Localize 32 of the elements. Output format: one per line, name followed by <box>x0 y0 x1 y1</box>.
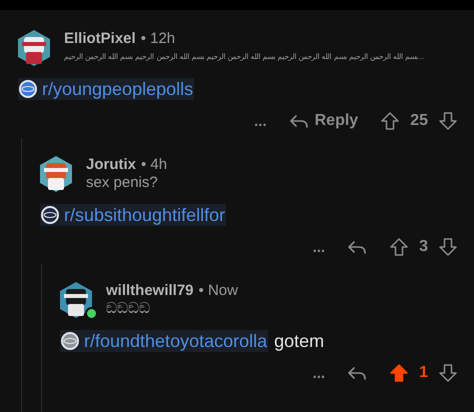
timestamp: • 4h <box>141 156 168 174</box>
user-flair: ඞඞඞඞ <box>106 300 151 318</box>
user-flair: sex penis? <box>86 174 159 192</box>
username[interactable]: ElliotPixel <box>64 30 136 48</box>
vote-score: 25 <box>410 112 428 130</box>
more-options-button[interactable]: ... <box>312 364 326 382</box>
subreddit-link[interactable]: r/subsithoughtifellfor <box>40 204 226 226</box>
reply-button[interactable] <box>347 365 368 381</box>
more-options-button[interactable]: ... <box>254 112 267 130</box>
subreddit-link[interactable]: r/youngpeoplepolls <box>18 78 194 100</box>
upvote-icon[interactable] <box>389 363 410 383</box>
reply-icon[interactable] <box>288 113 309 129</box>
upvote-icon[interactable] <box>380 111 400 131</box>
comment-text: gotem <box>274 330 324 352</box>
username[interactable]: willthewill79 <box>106 282 194 300</box>
downvote-icon[interactable] <box>438 237 458 257</box>
upvote-icon[interactable] <box>389 237 410 257</box>
subreddit-link[interactable]: r/foundthetoyotacorolla <box>60 330 268 352</box>
downvote-icon[interactable] <box>438 111 458 131</box>
vote-score: 3 <box>419 238 428 256</box>
timestamp: • Now <box>198 282 238 300</box>
more-options-button[interactable]: ... <box>312 238 326 256</box>
subreddit-icon[interactable] <box>18 79 38 99</box>
downvote-icon[interactable] <box>438 363 458 383</box>
reply-button[interactable]: Reply <box>288 112 358 130</box>
vote-score: 1 <box>419 364 428 382</box>
subreddit-icon[interactable] <box>60 331 80 351</box>
subreddit-icon[interactable] <box>40 205 60 225</box>
timestamp: • 12h <box>140 30 176 48</box>
reply-button[interactable] <box>347 239 368 255</box>
online-status-dot <box>85 307 98 320</box>
username[interactable]: Jorutix <box>86 156 136 174</box>
